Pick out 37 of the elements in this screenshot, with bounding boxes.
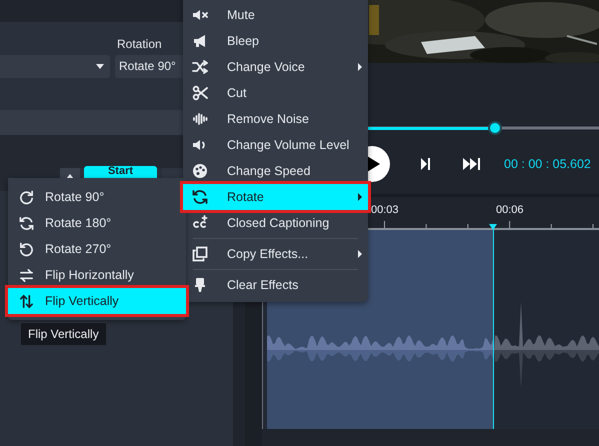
skip-end-icon[interactable]	[463, 158, 480, 170]
up-down-arrows-icon	[19, 294, 34, 308]
menu-item[interactable]: Rotate 270°	[8, 236, 186, 262]
brush-icon	[192, 277, 208, 293]
rotate-counterclockwise-icon	[19, 242, 34, 256]
time-label: 00:03	[371, 204, 399, 216]
time-display: 00 : 00 : 05.602	[504, 157, 591, 171]
rotation-label: Rotation	[117, 37, 162, 51]
waveform-icon	[192, 111, 208, 127]
menu-item[interactable]: Clear Effects	[183, 272, 368, 298]
menu-item[interactable]: Rotate 180°	[8, 210, 186, 236]
rotate-clockwise-icon	[19, 190, 34, 204]
rotate-icon	[192, 189, 208, 205]
menu-item[interactable]: Closed Captioning	[183, 210, 368, 236]
menu-item[interactable]: Rotate	[183, 184, 368, 210]
tooltip: Flip Vertically	[20, 322, 107, 346]
megaphone-icon	[192, 33, 208, 49]
step-forward-icon[interactable]	[421, 158, 430, 170]
speaker-mute-icon	[192, 7, 208, 23]
palette-icon	[192, 163, 208, 179]
scissors-icon	[192, 85, 208, 101]
menu-item[interactable]: Mute	[183, 2, 368, 28]
menu-item[interactable]: Flip Vertically	[8, 288, 186, 314]
menu-item[interactable]: Bleep	[183, 28, 368, 54]
menu-item[interactable]: Copy Effects...	[183, 241, 368, 267]
rotate-icon	[19, 216, 34, 230]
captions-icon	[192, 215, 208, 231]
copy-icon	[192, 246, 208, 262]
progress-handle[interactable]	[488, 121, 502, 135]
swap-arrows-icon	[19, 268, 34, 282]
menu-item[interactable]: Change Speed	[183, 158, 368, 184]
shuffle-icon	[192, 59, 208, 75]
time-label: 00:06	[496, 204, 524, 216]
menu-item[interactable]: Flip Horizontally	[8, 262, 186, 288]
menu-item[interactable]: Cut	[183, 80, 368, 106]
menu-item[interactable]: Change Volume Level	[183, 132, 368, 158]
menu-item[interactable]: Remove Noise	[183, 106, 368, 132]
